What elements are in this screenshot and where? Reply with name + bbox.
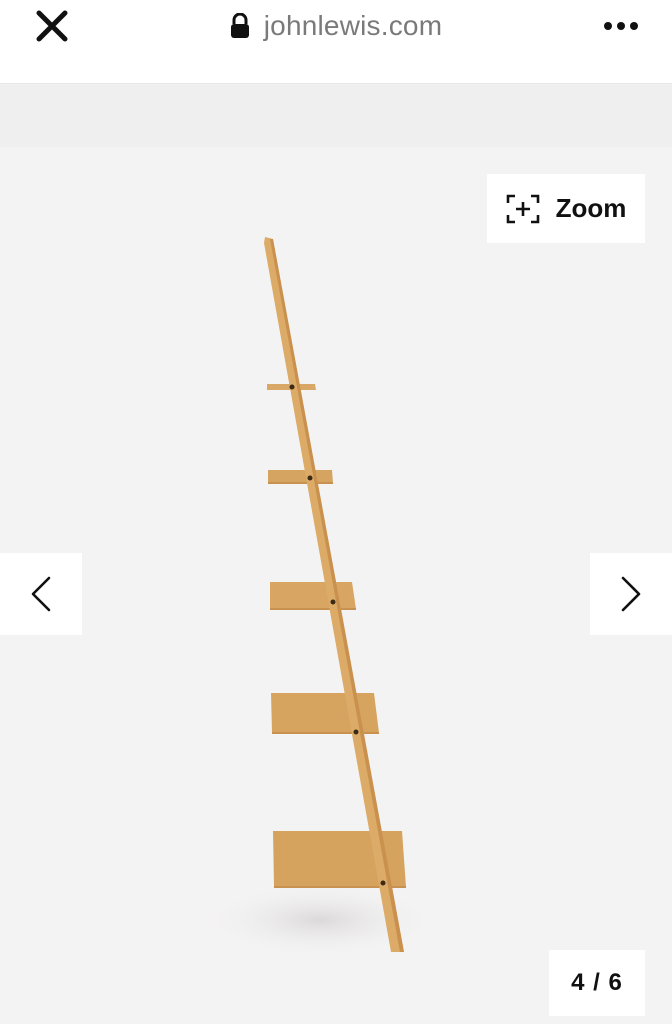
chevron-right-icon bbox=[621, 576, 641, 612]
lock-icon bbox=[230, 13, 249, 38]
address-bar[interactable]: johnlewis.com bbox=[0, 6, 672, 46]
page-header-strip bbox=[0, 85, 672, 147]
image-counter: 4 / 6 bbox=[549, 950, 645, 1016]
zoom-icon bbox=[506, 194, 539, 223]
more-options-icon bbox=[604, 22, 638, 30]
product-image bbox=[200, 237, 440, 958]
zoom-button[interactable]: Zoom bbox=[487, 174, 645, 243]
previous-image-button[interactable] bbox=[0, 553, 82, 635]
more-options-button[interactable] bbox=[596, 8, 646, 44]
chevron-left-icon bbox=[31, 576, 51, 612]
zoom-label: Zoom bbox=[555, 193, 627, 223]
next-image-button[interactable] bbox=[590, 553, 672, 635]
url-text: johnlewis.com bbox=[263, 10, 443, 41]
browser-top-bar: johnlewis.com bbox=[0, 0, 672, 84]
